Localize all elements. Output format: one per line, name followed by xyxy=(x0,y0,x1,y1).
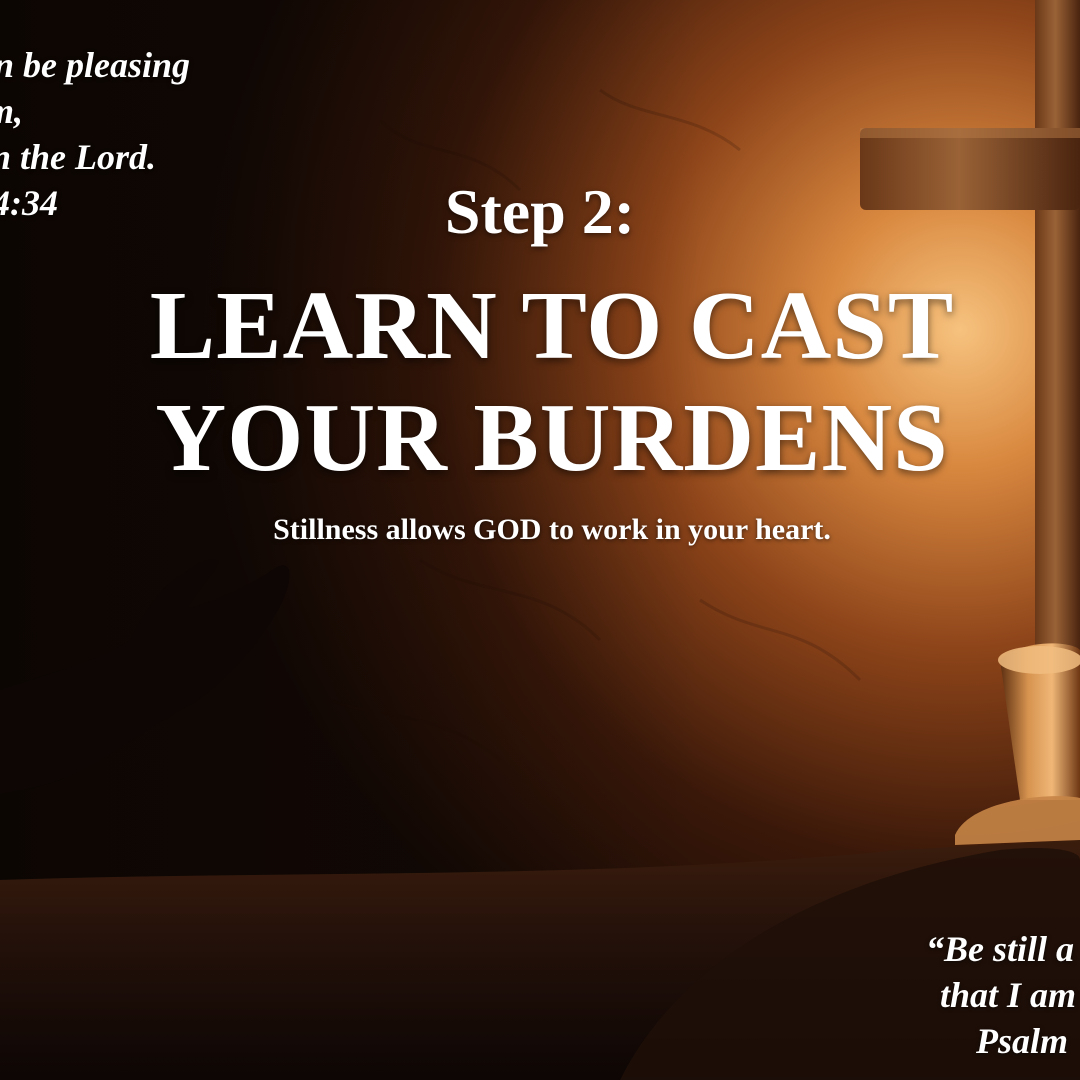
verse-line: him, xyxy=(0,91,24,131)
step-label: Step 2: xyxy=(444,176,636,247)
verse-line: tion be pleasing xyxy=(0,45,191,85)
headline-line: LEARN TO CAST xyxy=(149,272,955,380)
verse-line: e in the Lord. xyxy=(0,137,157,177)
verse-bottom-right: “Be still a that I am Psalm xyxy=(908,920,1080,1070)
verse-line: “Be still a xyxy=(926,929,1075,969)
verse-line: Psalm xyxy=(976,1021,1069,1061)
subtitle: Stillness allows GOD to work in your hea… xyxy=(273,513,831,546)
verse-line: that I am xyxy=(940,975,1077,1015)
headline: LEARN TO CAST YOUR BURDENS xyxy=(0,270,1080,494)
headline-line: YOUR BURDENS xyxy=(155,384,949,492)
